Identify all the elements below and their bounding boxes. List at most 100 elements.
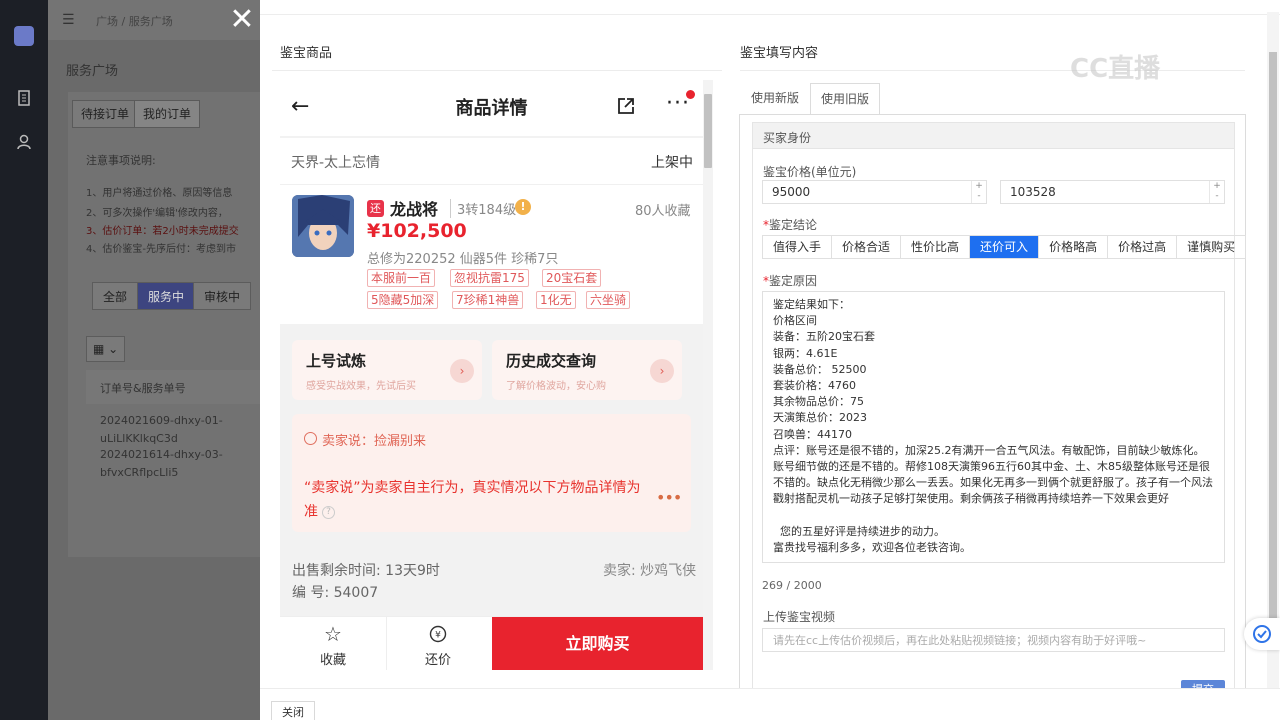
bg-order-line: bfvxCRflpcLli5 [100,466,179,479]
star-icon: ☆ [324,622,342,646]
bg-notice-title: 注意事项说明: [86,154,156,167]
conclusion-segmented-control: 值得入手 价格合适 性价比高 还价可入 价格略高 价格过高 谨慎购买 [762,235,1247,259]
bg-filter-all[interactable]: 全部 [92,282,139,310]
drawer-scroll-thumb[interactable] [1269,52,1277,622]
seller-note-text: “卖家说”为卖家自主行为，真实情况以下方物品详情为准 [304,480,641,520]
price-label: 鉴宝价格(单位元) [763,165,857,179]
info-divider [280,184,703,185]
conclusion-option[interactable]: 价格合适 [832,236,902,258]
watermark: CC直播 [1070,54,1161,84]
price-min-input[interactable]: 95000 + - [762,180,987,204]
bg-view-toggle[interactable]: ▦ ⌄ [86,336,126,362]
user-icon[interactable] [14,132,34,152]
video-link-input[interactable] [762,628,1225,652]
conclusion-option[interactable]: 性价比高 [901,236,971,258]
server-name: 天界-太上忘情 [291,155,381,171]
close-drawer-icon[interactable]: ✕ [228,5,256,35]
serial-number: 编 号: 54007 [292,585,379,601]
bg-notice-line: 1、用户将通过价格、原因等信息 [86,188,233,199]
drawer-top-divider [260,14,1280,15]
product-header-title: 商品详情 [455,98,528,119]
bg-order-line: 2024021614-dhxy-03- [100,448,223,461]
video-label: 上传鉴宝视频 [763,610,836,624]
tab-new-version[interactable]: 使用新版 [741,83,809,115]
bg-notice-line: 2、可多次操作'编辑'修改内容， [86,208,228,219]
appraisal-drawer: 鉴宝商品 鉴宝填写内容 ← 商品详情 ··· 天界-太上忘情 上架中 还 龙战将… [260,0,1280,720]
price-min-value: 95000 [772,185,811,199]
floating-assistant-button[interactable] [1244,618,1280,650]
building-icon[interactable] [14,88,34,108]
reason-label-text: 鉴定原因 [769,274,818,288]
feature-tag: 5隐藏5加深 [367,291,439,309]
menu-toggle-icon[interactable]: ☰ [62,12,75,28]
feature-tag: 本服前一百 [367,269,436,287]
history-card-title: 历史成交查询 [506,352,597,370]
reason-label: *鉴定原因 [763,274,818,288]
bg-page-title: 服务广场 [66,64,119,79]
bg-table-header-label: 订单号&服务单号 [100,382,186,395]
feature-tag: 7珍稀1神兽 [452,291,524,309]
bg-notice-line: 3、估价订单：若2小时未完成提交 [86,226,239,237]
history-card-subtitle: 了解价格波动，安心购 [506,381,606,392]
product-header: ← 商品详情 ··· [280,80,703,136]
price-max-input[interactable]: 103528 + - [1000,180,1225,204]
price-min-stepper[interactable]: + - [971,181,986,203]
bg-filter-review[interactable]: 审核中 [193,282,252,310]
product-action-bar: ☆ 收藏 ¥ 还价 立即购买 [280,616,703,670]
conclusion-option[interactable]: 价格过高 [1108,236,1178,258]
trial-card-title: 上号试炼 [306,352,367,370]
character-level: 3转184级 [450,199,516,218]
bg-filter-active[interactable]: 服务中 [137,282,196,310]
right-divider [740,70,1245,71]
drawer-scrollbar[interactable] [1267,12,1279,688]
character-name: 龙战将 [390,200,439,219]
tab-old-version[interactable]: 使用旧版 [810,83,881,115]
feature-tag: 六坐骑 [586,291,631,309]
bg-tab-mine[interactable]: 我的订单 [134,100,201,128]
char-count: 269 / 2000 [762,579,822,592]
bg-order-line: uLiLlKKlkqC3d [100,432,178,445]
bg-table-header: 订单号&服务单号 [86,370,280,404]
buyer-section-header: 买家身份 [753,123,1234,149]
loading-dots-icon: ••• [656,488,682,507]
conclusion-option-selected[interactable]: 还价可入 [970,236,1040,258]
time-remaining: 出售剩余时间: 13天9时 [292,563,440,579]
background-card: 待接订单 我的订单 注意事项说明: 1、用户将通过价格、原因等信息 2、可多次操… [68,92,280,557]
bg-notice-line: 4、估价鉴宝-先序后付：考虑到市 [86,244,236,255]
warning-icon[interactable]: ! [515,199,531,215]
conclusion-label-text: 鉴定结论 [769,218,818,232]
seller-name: 卖家: 炒鸡飞侠 [603,563,697,579]
conclusion-option[interactable]: 谨慎购买 [1177,236,1245,258]
share-icon[interactable] [616,96,636,116]
conclusion-option[interactable]: 值得入手 [763,236,833,258]
form-panel: 买家身份 鉴宝价格(单位元) 95000 + - 103528 + - *鉴定结论 … [752,122,1247,700]
help-icon[interactable]: ? [322,505,335,519]
app-logo-icon [14,26,34,46]
character-avatar [292,195,354,257]
preview-scrollbar[interactable] [703,80,713,670]
bg-order-line: 2024021609-dhxy-01- [100,414,223,427]
conclusion-option[interactable]: 价格略高 [1039,236,1109,258]
chevron-right-icon: › [450,359,474,383]
drawer-footer: 关闭 [260,688,1280,720]
feature-tag: 1化无 [536,291,576,309]
chevron-right-icon: › [650,359,674,383]
product-preview: ← 商品详情 ··· 天界-太上忘情 上架中 还 龙战将 3转184级 ! 80… [280,80,713,670]
product-price: ¥102,500 [367,220,467,242]
seller-note-title: 卖家说：捡漏别来 [322,434,427,449]
price-max-stepper[interactable]: + - [1209,181,1224,203]
history-card[interactable]: 历史成交查询 了解价格波动，安心购 › [492,340,682,400]
notification-dot [686,90,695,99]
trial-card[interactable]: 上号试炼 感受实战效果，先试后买 › [292,340,482,400]
yen-icon: ¥ [427,623,449,645]
bg-tab-pending[interactable]: 待接订单 [72,100,139,128]
character-stats: 总修为220252 仙器5件 珍稀7只 [367,252,559,267]
close-button[interactable]: 关闭 [271,701,315,720]
preview-scroll-thumb[interactable] [704,94,712,168]
favorites-count: 80人收藏 [635,204,691,219]
reason-textarea[interactable]: 鉴定结果如下： 价格区间 装备：五阶20宝石套 银两：4.61E 装备总价： 5… [762,291,1225,563]
buy-now-button[interactable]: 立即购买 [492,617,703,670]
more-icon[interactable]: ··· [666,93,690,115]
breadcrumb: 广场 / 服务广场 [96,15,173,28]
price-max-value: 103528 [1010,185,1056,199]
